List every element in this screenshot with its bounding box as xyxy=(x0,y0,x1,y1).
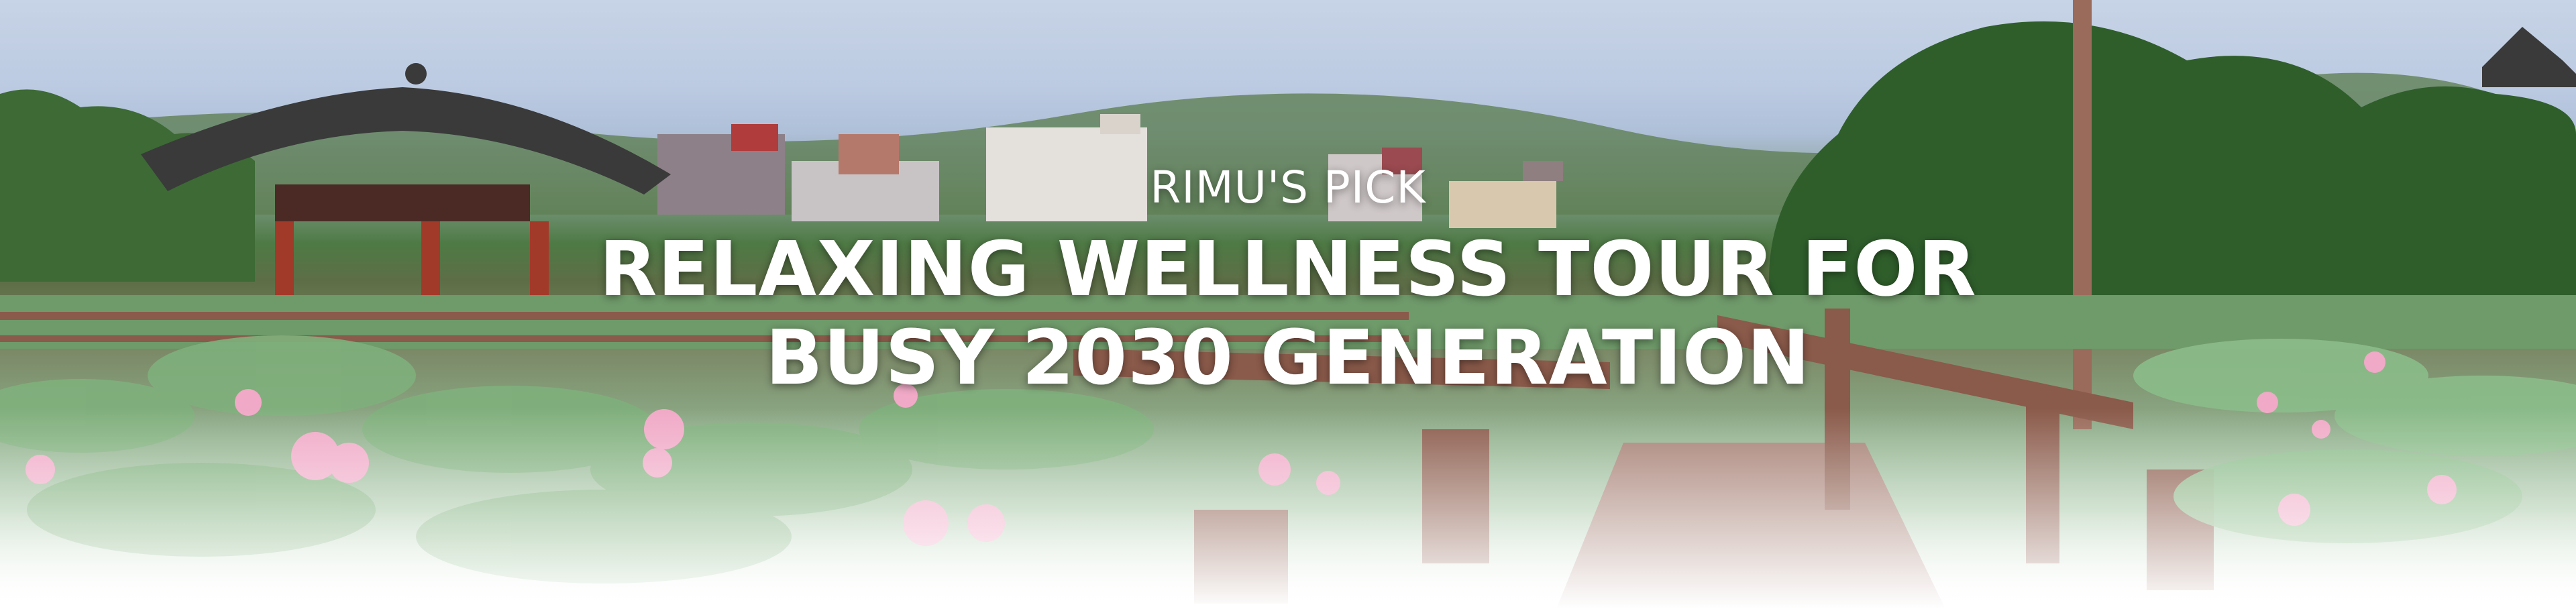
banner-headline: RELAXING WELLNESS TOUR FOR BUSY 2030 GEN… xyxy=(0,225,2576,402)
right-pagoda-roof xyxy=(2482,27,2576,87)
bottom-fade xyxy=(0,408,2576,609)
banner-headline-line1: RELAXING WELLNESS TOUR FOR xyxy=(599,226,1977,313)
hero-banner: RIMU'S PICK RELAXING WELLNESS TOUR FOR B… xyxy=(0,0,2576,609)
banner-kicker: RIMU'S PICK xyxy=(1150,162,1426,213)
banner-title-block: RIMU'S PICK RELAXING WELLNESS TOUR FOR B… xyxy=(0,161,2576,402)
banner-headline-line2: BUSY 2030 GENERATION xyxy=(765,315,1811,402)
